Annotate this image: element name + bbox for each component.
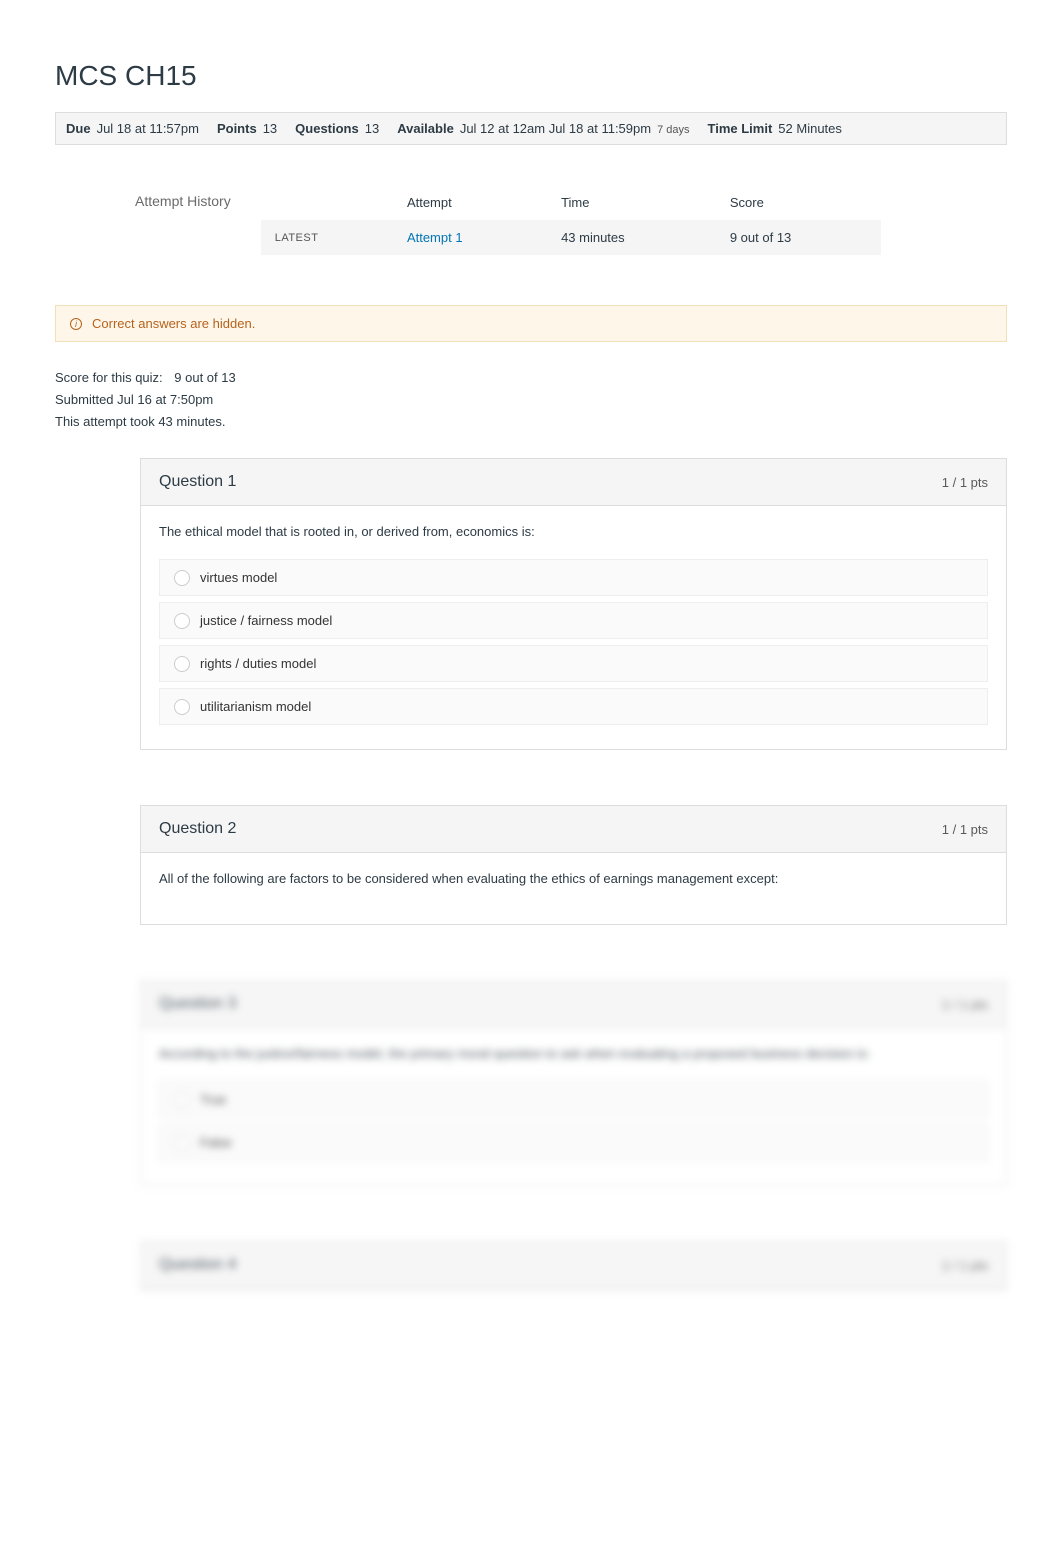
quiz-summary: Score for this quiz: 9 out of 13 Submitt…: [55, 367, 1007, 433]
meta-due: Due Jul 18 at 11:57pm: [66, 121, 199, 136]
answer-list: virtues model justice / fairness model rig…: [159, 559, 988, 725]
summary-score-line: Score for this quiz: 9 out of 13: [55, 367, 1007, 389]
question-body: The ethical model that is rooted in, or …: [141, 506, 1006, 749]
page-title: MCS CH15: [55, 60, 1007, 92]
col-attempt: Attempt: [393, 185, 547, 220]
question-header: Question 3 1 / 1 pts: [141, 981, 1006, 1028]
meta-points-value: 13: [263, 121, 277, 136]
question-header: Question 4 1 / 1 pts: [141, 1242, 1006, 1289]
col-time: Time: [547, 185, 716, 220]
answer-option[interactable]: rights / duties model: [159, 645, 988, 682]
meta-questions-label: Questions: [295, 121, 359, 136]
attempt-history-table: Attempt Time Score LATEST Attempt 1 43 m…: [261, 185, 881, 255]
meta-timelimit: Time Limit 52 Minutes: [708, 121, 842, 136]
meta-due-label: Due: [66, 121, 91, 136]
meta-points-label: Points: [217, 121, 257, 136]
answer-option: True: [159, 1081, 988, 1118]
question-label: Question 2: [159, 820, 236, 838]
attempt-cell: Attempt 1: [393, 220, 547, 255]
question-points: 1 / 1 pts: [942, 822, 988, 837]
summary-score-value: 9 out of 13: [174, 370, 235, 385]
meta-due-value: Jul 18 at 11:57pm: [97, 121, 199, 136]
question-prompt: According to the justice/fairness model,…: [159, 1046, 988, 1061]
meta-available-sub: 7 days: [657, 124, 689, 136]
questions-container: Question 1 1 / 1 pts The ethical model tha…: [55, 458, 1007, 1290]
question-body: According to the justice/fairness model,…: [141, 1028, 1006, 1185]
answer-list: True False: [159, 1081, 988, 1161]
question-prompt: All of the following are factors to be c…: [159, 871, 988, 886]
meta-timelimit-label: Time Limit: [708, 121, 773, 136]
meta-questions: Questions 13: [295, 121, 379, 136]
meta-available-label: Available: [397, 121, 454, 136]
question-header: Question 2 1 / 1 pts: [141, 806, 1006, 853]
question-label: Question 4: [159, 1256, 236, 1274]
question-points: 1 / 1 pts: [942, 1258, 988, 1273]
meta-questions-value: 13: [365, 121, 379, 136]
question-block: Question 1 1 / 1 pts The ethical model tha…: [140, 458, 1007, 750]
summary-took: This attempt took 43 minutes.: [55, 411, 1007, 433]
meta-timelimit-value: 52 Minutes: [778, 121, 842, 136]
quiz-page: MCS CH15 Due Jul 18 at 11:57pm Points 13…: [0, 0, 1062, 1290]
meta-points: Points 13: [217, 121, 277, 136]
attempt-link[interactable]: Attempt 1: [407, 230, 463, 245]
table-header-row: Attempt Time Score: [261, 185, 881, 220]
info-icon: i: [70, 318, 82, 330]
col-blank: [261, 185, 393, 220]
question-prompt: The ethical model that is rooted in, or …: [159, 524, 988, 539]
col-score: Score: [716, 185, 881, 220]
meta-available: Available Jul 12 at 12am Jul 18 at 11:59…: [397, 121, 689, 136]
summary-submitted: Submitted Jul 16 at 7:50pm: [55, 389, 1007, 411]
answer-option[interactable]: justice / fairness model: [159, 602, 988, 639]
question-block: Question 4 1 / 1 pts: [140, 1241, 1007, 1290]
question-body: All of the following are factors to be c…: [141, 853, 1006, 924]
correct-answers-hidden-alert: i Correct answers are hidden.: [55, 305, 1007, 342]
question-label: Question 3: [159, 995, 236, 1013]
summary-score-label: Score for this quiz:: [55, 370, 163, 385]
answer-option: False: [159, 1124, 988, 1161]
question-header: Question 1 1 / 1 pts: [141, 459, 1006, 506]
score-cell: 9 out of 13: [716, 220, 881, 255]
question-block: Question 2 1 / 1 pts All of the following …: [140, 805, 1007, 925]
time-cell: 43 minutes: [547, 220, 716, 255]
meta-available-value: Jul 12 at 12am Jul 18 at 11:59pm: [460, 121, 651, 136]
question-points: 1 / 1 pts: [942, 475, 988, 490]
attempt-history-section: Attempt History Attempt Time Score LATES…: [55, 185, 1007, 255]
question-label: Question 1: [159, 473, 236, 491]
alert-text: Correct answers are hidden.: [92, 316, 255, 331]
attempt-history-label: Attempt History: [135, 185, 261, 209]
answer-option[interactable]: utilitarianism model: [159, 688, 988, 725]
question-block: Question 3 1 / 1 pts According to the just…: [140, 980, 1007, 1186]
question-points: 1 / 1 pts: [942, 997, 988, 1012]
answer-option[interactable]: virtues model: [159, 559, 988, 596]
latest-badge: LATEST: [261, 220, 393, 255]
table-row: LATEST Attempt 1 43 minutes 9 out of 13: [261, 220, 881, 255]
quiz-meta-bar: Due Jul 18 at 11:57pm Points 13 Question…: [55, 112, 1007, 145]
